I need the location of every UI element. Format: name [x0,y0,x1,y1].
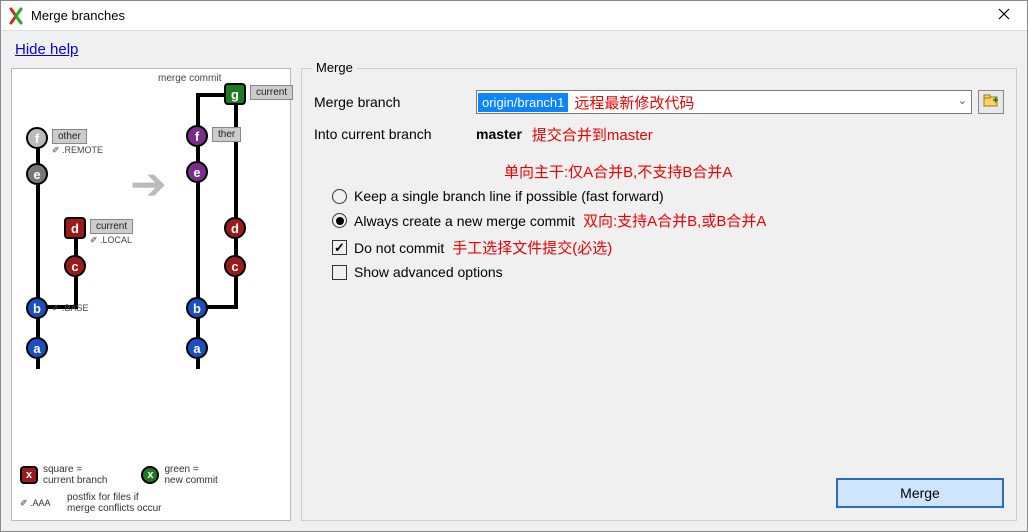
checkbox-icon [332,240,347,255]
browse-icon [983,94,999,111]
radio-always-new-label: Always create a new merge commit [354,213,575,229]
window-body: Hide help merge commit f other ✐ .REMOTE… [1,31,1027,531]
radio-fast-forward[interactable]: Keep a single branch line if possible (f… [332,188,1004,204]
node-d-current: d [64,217,86,239]
legend-square-icon: x [20,466,38,484]
tag-remote: ✐ .REMOTE [52,145,103,156]
check-show-advanced-label: Show advanced options [354,264,503,280]
merge-branch-row: Merge branch origin/branch1 远程最新修改代码 ⌄ [314,89,1004,115]
checkbox-icon [332,265,347,280]
merge-branch-combo[interactable]: origin/branch1 远程最新修改代码 ⌄ [476,90,972,114]
merge-branch-label: Merge branch [314,94,476,110]
node-g: g [224,83,246,105]
titlebar: Merge branches [1,1,1027,31]
radio-always-new-annotation: 双向:支持A合并B,或B合并A [583,210,766,231]
radio-icon [332,189,347,204]
chevron-down-icon: ⌄ [958,94,967,107]
legend-square-text: square = current branch [43,464,107,486]
diagram-arrow-icon: ➔ [130,159,167,210]
node-e: e [26,163,48,185]
mode-annotation: 单向主干:仅A合并B,不支持B合并A [504,161,1004,182]
node-b2: b [186,297,208,319]
into-branch-row: Into current branch master 提交合并到master [314,121,1004,147]
close-button[interactable] [981,1,1027,31]
legend-green-text: green = new commit [164,464,217,486]
check-do-not-commit-label: Do not commit [354,240,444,256]
radio-fast-forward-label: Keep a single branch line if possible (f… [354,188,664,204]
browse-branch-button[interactable] [978,90,1004,114]
node-a2: a [186,337,208,359]
node-e2: e [186,161,208,183]
tag-other-2: ther [212,127,241,142]
tag-other: other [52,129,87,144]
into-branch-value: master [476,126,522,142]
into-branch-annotation: 提交合并到master [532,124,653,145]
radio-icon [332,213,347,228]
help-panel: merge commit f other ✐ .REMOTE e d curre… [11,68,291,521]
legend-conflict-text: postfix for files if merge conflicts occ… [67,492,161,514]
window-title: Merge branches [31,8,981,23]
check-do-not-commit[interactable]: Do not commit 手工选择文件提交(必选) [332,237,1004,258]
content-area: merge commit f other ✐ .REMOTE e d curre… [11,68,1017,521]
close-icon [998,8,1010,23]
app-icon [7,7,25,25]
node-c2: c [224,255,246,277]
merge-button[interactable]: Merge [836,478,1004,508]
merge-branch-value: origin/branch1 [478,93,568,112]
radio-always-new[interactable]: Always create a new merge commit 双向:支持A合… [332,210,1004,231]
check-show-advanced[interactable]: Show advanced options [332,264,1004,280]
node-b: b [26,297,48,319]
merge-group: Merge Merge branch origin/branch1 远程最新修改… [301,68,1017,521]
legend-aaa: ✐ .AAA [20,498,62,509]
help-legend: x square = current branch x green = new … [20,460,282,514]
node-c: c [64,255,86,277]
into-branch-label: Into current branch [314,126,476,142]
node-d2: d [224,217,246,239]
tag-current: current [90,219,133,234]
hide-help-link[interactable]: Hide help [11,37,82,68]
node-f: f [26,127,48,149]
tag-base: ✐ .BASE [52,303,89,314]
merge-button-label: Merge [900,485,940,501]
check-do-not-commit-annotation: 手工选择文件提交(必选) [452,237,612,258]
legend-green-icon: x [141,466,159,484]
tag-local: ✐ .LOCAL [90,235,132,246]
tag-current-2: current [250,85,293,100]
merge-group-title: Merge [312,60,357,75]
merge-branches-window: Merge branches Hide help merge commit f … [0,0,1028,532]
merge-commit-label: merge commit [158,73,221,84]
node-a: a [26,337,48,359]
merge-branch-annotation: 远程最新修改代码 [574,92,694,113]
node-f2: f [186,125,208,147]
